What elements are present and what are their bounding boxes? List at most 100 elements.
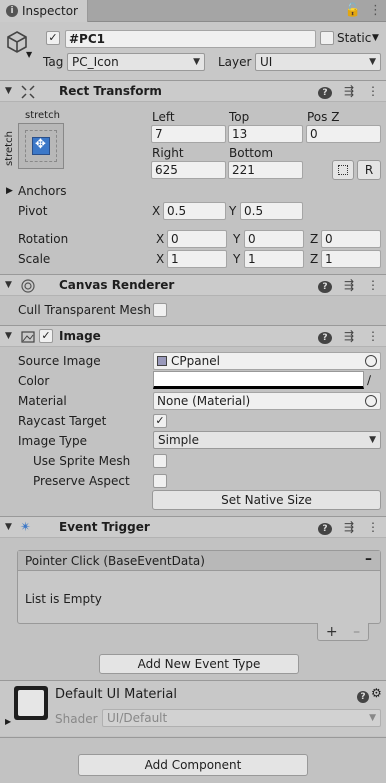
chevron-down-icon: ▼ [193, 57, 200, 67]
scale-y-input[interactable]: 1 [244, 250, 304, 268]
more-icon[interactable]: ⋮ [366, 278, 380, 293]
blueprint-mode-button[interactable] [332, 160, 354, 180]
fold-chevron-icon[interactable]: ▼ [5, 331, 12, 341]
presets-icon[interactable]: ⇶ [342, 329, 356, 344]
presets-icon[interactable]: ⇶ [342, 520, 356, 535]
preserve-checkbox[interactable] [153, 474, 167, 488]
component-title: Image [59, 329, 101, 343]
preserve-label: Preserve Aspect [33, 474, 130, 488]
right-input[interactable]: 625 [151, 161, 226, 179]
bottom-label: Bottom [229, 146, 274, 160]
add-component-button[interactable]: Add Component [78, 754, 308, 776]
anchor-side-label: stretch [4, 131, 15, 166]
help-icon[interactable]: ? [357, 688, 369, 703]
anchor-top-label: stretch [25, 110, 60, 121]
image-header[interactable]: ▼ ✓ Image ? ⇶ ⋮ [0, 325, 386, 347]
fold-chevron-icon[interactable]: ▼ [5, 86, 12, 96]
object-name-input[interactable]: #PC1 [65, 30, 316, 48]
eyedropper-icon[interactable]: ∕ [367, 373, 371, 387]
layer-dropdown[interactable]: UI ▼ [255, 53, 381, 71]
image-enabled-checkbox[interactable]: ✓ [39, 329, 53, 343]
presets-icon[interactable]: ⇶ [342, 84, 356, 99]
add-event-type-button[interactable]: Add New Event Type [99, 654, 299, 674]
color-label: Color [18, 374, 50, 388]
static-checkbox[interactable] [320, 31, 334, 45]
rotation-label: Rotation [18, 232, 69, 246]
anchors-fold-icon[interactable]: ▶ [6, 186, 13, 196]
color-swatch[interactable] [153, 371, 364, 389]
source-image-label: Source Image [18, 354, 101, 368]
dotted-rect-icon [338, 165, 348, 175]
image-type-dropdown[interactable]: Simple ▼ [153, 431, 381, 449]
image-type-label: Image Type [18, 434, 87, 448]
minus-icon[interactable]: – [353, 624, 360, 640]
left-input[interactable]: 7 [151, 125, 226, 143]
scale-x-input[interactable]: 1 [167, 250, 227, 268]
rect-transform-header[interactable]: ▼ Rect Transform ? ⇶ ⋮ [0, 80, 386, 102]
anchor-presets-button[interactable]: ✥ [18, 123, 64, 169]
settings-gear-icon[interactable]: ⚙ [371, 686, 382, 700]
rotation-z-input[interactable]: 0 [321, 230, 381, 248]
tab-inspector[interactable]: i Inspector [0, 0, 88, 22]
pivot-y-label: Y [229, 204, 237, 218]
rotation-y-input[interactable]: 0 [244, 230, 304, 248]
help-icon[interactable]: ? [318, 278, 332, 293]
fold-chevron-icon[interactable]: ▼ [5, 522, 12, 532]
image-icon [21, 331, 35, 343]
tag-dropdown[interactable]: PC_Icon ▼ [67, 53, 205, 71]
fold-chevron-icon[interactable]: ▼ [5, 280, 12, 290]
source-image-field[interactable]: CPpanel [153, 352, 381, 370]
set-native-size-button[interactable]: Set Native Size [152, 490, 381, 510]
rotation-y-label: Y [233, 232, 241, 246]
top-input[interactable]: 13 [228, 125, 303, 143]
object-picker-icon[interactable] [365, 355, 377, 367]
rotation-x-input[interactable]: 0 [167, 230, 227, 248]
pivot-y-input[interactable]: 0.5 [240, 202, 303, 220]
pivot-x-input[interactable]: 0.5 [163, 202, 226, 220]
static-dropdown-chevron-icon[interactable]: ▼ [372, 33, 379, 43]
plus-icon[interactable]: + [326, 624, 338, 640]
pivot-x-label: X [152, 204, 161, 218]
event-trigger-icon: ✴ [20, 520, 31, 535]
add-component-label: Add Component [144, 758, 242, 772]
layer-value: UI [260, 55, 273, 69]
posz-label: Pos Z [307, 110, 340, 124]
icon-dropdown-chevron-icon[interactable]: ▼ [26, 50, 32, 59]
material-preview[interactable] [14, 686, 48, 720]
sprite-mesh-checkbox[interactable] [153, 454, 167, 468]
event-entry-header: Pointer Click (BaseEventData) – [18, 551, 380, 571]
bottom-input[interactable]: 221 [228, 161, 303, 179]
lock-icon[interactable]: 🔓 [345, 3, 361, 18]
sprite-mesh-label: Use Sprite Mesh [33, 454, 131, 468]
more-icon[interactable]: ⋮ [369, 3, 382, 18]
object-header: ▼ ✓ #PC1 Static ▼ Tag PC_Icon ▼ Layer UI ▼ [0, 22, 386, 80]
active-checkbox[interactable]: ✓ [46, 31, 60, 45]
raycast-checkbox[interactable]: ✓ [153, 414, 167, 428]
help-icon[interactable]: ? [318, 84, 332, 99]
scale-z-label: Z [310, 252, 319, 266]
tag-label: Tag [43, 55, 64, 69]
component-title: Canvas Renderer [59, 278, 175, 292]
shader-value: UI/Default [107, 711, 168, 725]
left-label: Left [152, 110, 175, 124]
material-fold-icon[interactable]: ▶ [5, 717, 11, 726]
help-icon[interactable]: ? [318, 329, 332, 344]
posz-input[interactable]: 0 [306, 125, 381, 143]
more-icon[interactable]: ⋮ [366, 84, 380, 99]
event-trigger-header[interactable]: ▼ ✴ Event Trigger ? ⇶ ⋮ [0, 516, 386, 538]
presets-icon[interactable]: ⇶ [342, 278, 356, 293]
remove-entry-button[interactable]: – [365, 551, 372, 567]
set-native-size-label: Set Native Size [221, 493, 312, 507]
anchors-label[interactable]: Anchors [18, 184, 67, 198]
component-title: Rect Transform [59, 84, 162, 98]
object-picker-icon[interactable] [365, 395, 377, 407]
raw-edit-button[interactable]: R [357, 160, 381, 180]
cull-checkbox[interactable] [153, 303, 167, 317]
material-field[interactable]: None (Material) [153, 392, 381, 410]
more-icon[interactable]: ⋮ [366, 520, 380, 535]
help-icon[interactable]: ? [318, 520, 332, 535]
info-icon: i [6, 5, 18, 17]
canvas-renderer-header[interactable]: ▼ Canvas Renderer ? ⇶ ⋮ [0, 274, 386, 296]
more-icon[interactable]: ⋮ [366, 329, 380, 344]
scale-z-input[interactable]: 1 [321, 250, 381, 268]
